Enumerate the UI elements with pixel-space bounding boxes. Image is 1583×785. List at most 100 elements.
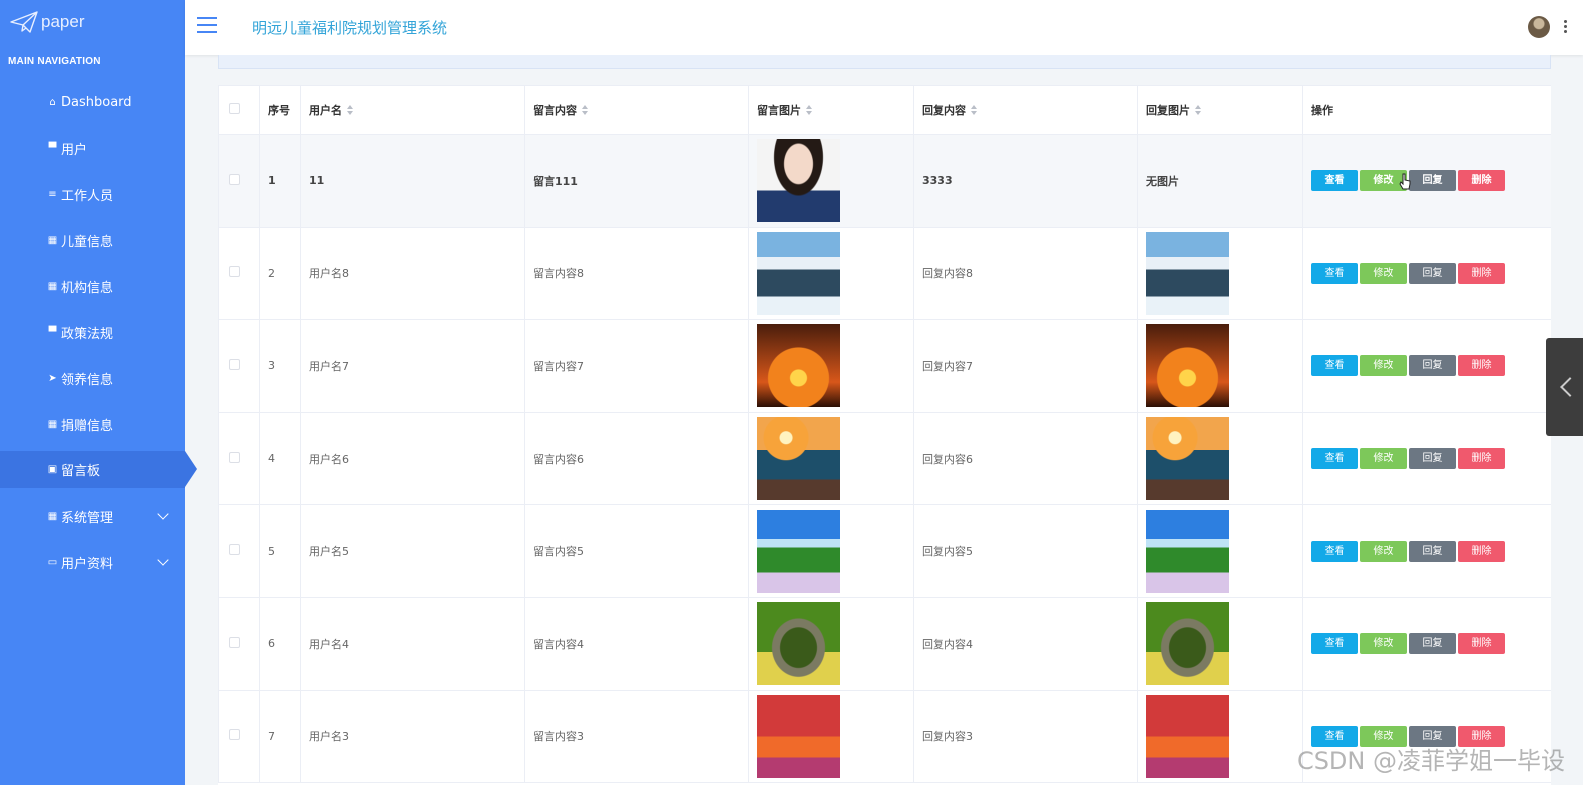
edit-button[interactable]: 修改 <box>1360 262 1407 284</box>
sidebar-item-0[interactable]: ⌂ Dashboard <box>0 79 185 125</box>
cell-actions: 查看 修改 回复 删除 <box>1302 411 1551 506</box>
sort-icon[interactable] <box>582 105 589 115</box>
row-checkbox[interactable] <box>229 173 240 185</box>
sidebar-item-1[interactable]: ▀ 用户 <box>0 125 185 171</box>
grid-icon: ▦ <box>47 510 58 522</box>
sidebar: paper MAIN NAVIGATION ⌂ Dashboard ▀ 用户 ≡ 工作人员… <box>0 0 197 785</box>
sidebar-item-6[interactable]: ➤ 领养信息 <box>0 355 185 401</box>
view-button[interactable]: 查看 <box>1311 262 1358 284</box>
cell-image <box>748 689 914 784</box>
reply-image-thumbnail[interactable] <box>1146 509 1229 593</box>
column-header-username[interactable]: 用户名 <box>300 85 525 135</box>
view-button[interactable]: 查看 <box>1311 355 1358 377</box>
reply-button[interactable]: 回复 <box>1409 633 1456 655</box>
table-row[interactable]: 5 用户名5 留言内容5 回复内容5 查看 修改 回复 删除 <box>218 504 1551 598</box>
cell-index: 1 <box>259 134 301 228</box>
message-image-thumbnail[interactable] <box>757 139 840 223</box>
row-checkbox[interactable] <box>229 266 240 278</box>
column-header-image[interactable]: 留言图片 <box>748 85 914 135</box>
delete-button[interactable]: 删除 <box>1458 170 1505 192</box>
avatar[interactable] <box>1528 16 1550 38</box>
sidebar-item-label: 捐赠信息 <box>61 418 114 434</box>
chevron-down-icon[interactable] <box>157 508 169 520</box>
watermark-text: CSDN @凌菲学姐一毕设 <box>1296 747 1565 775</box>
paper-plane-icon <box>10 11 38 33</box>
select-all-checkbox[interactable] <box>229 103 240 114</box>
table-row[interactable]: 1 11 留言111 3333 无图片 查看 修改 回复 删除 <box>218 134 1551 228</box>
sort-icon[interactable] <box>971 105 978 115</box>
sort-icon[interactable] <box>806 105 813 115</box>
sort-icon[interactable] <box>1195 105 1202 115</box>
table-row[interactable]: 3 用户名7 留言内容7 回复内容7 查看 修改 回复 删除 <box>218 319 1551 413</box>
cell-actions: 查看 修改 回复 删除 <box>1302 134 1551 228</box>
delete-button[interactable]: 删除 <box>1458 540 1505 562</box>
sidebar-item-2[interactable]: ≡ 工作人员 <box>0 171 185 217</box>
delete-button[interactable]: 删除 <box>1458 262 1505 284</box>
select-cell <box>218 689 260 784</box>
message-image-thumbnail[interactable] <box>757 509 840 593</box>
reply-button[interactable]: 回复 <box>1409 540 1456 562</box>
sidebar-item-4[interactable]: ▦ 机构信息 <box>0 263 185 309</box>
column-header-content[interactable]: 留言内容 <box>524 85 749 135</box>
view-button[interactable]: 查看 <box>1311 633 1358 655</box>
sidebar-item-7[interactable]: ▦ 捐赠信息 <box>0 401 185 447</box>
message-image-thumbnail[interactable] <box>757 417 840 501</box>
row-checkbox[interactable] <box>229 451 240 463</box>
select-all-cell <box>218 85 260 135</box>
column-header-reply-image[interactable]: 回复图片 <box>1137 85 1303 135</box>
cell-reply: 3333 <box>913 134 1138 228</box>
reply-button[interactable]: 回复 <box>1409 355 1456 377</box>
clipboard-icon: ▣ <box>47 464 58 475</box>
sort-icon[interactable] <box>347 105 354 115</box>
cell-username: 用户名7 <box>300 319 525 413</box>
chevron-down-icon[interactable] <box>157 554 169 566</box>
message-image-thumbnail[interactable] <box>757 324 840 408</box>
sidebar-item-label: 机构信息 <box>61 280 114 296</box>
edit-button[interactable]: 修改 <box>1360 540 1407 562</box>
message-image-thumbnail[interactable] <box>757 694 840 778</box>
edit-button[interactable]: 修改 <box>1360 448 1407 470</box>
sidebar-item-8[interactable]: ▣ 留言板 <box>0 451 197 488</box>
edit-button[interactable]: 修改 <box>1360 633 1407 655</box>
brand-logo[interactable]: paper <box>0 0 185 44</box>
table-row[interactable]: 6 用户名4 留言内容4 回复内容4 查看 修改 回复 删除 <box>218 596 1551 691</box>
row-checkbox[interactable] <box>229 636 240 648</box>
column-header-reply[interactable]: 回复内容 <box>913 85 1138 135</box>
message-image-thumbnail[interactable] <box>757 602 840 686</box>
reply-image-thumbnail[interactable] <box>1146 694 1229 778</box>
reply-button[interactable]: 回复 <box>1409 262 1456 284</box>
sidebar-item-9[interactable]: ▦ 系统管理 <box>0 493 185 539</box>
cell-reply-image: 无图片 <box>1137 134 1303 228</box>
reply-button[interactable]: 回复 <box>1409 448 1456 470</box>
table-row[interactable]: 4 用户名6 留言内容6 回复内容6 查看 修改 回复 删除 <box>218 411 1551 506</box>
cell-image <box>748 504 914 598</box>
row-checkbox[interactable] <box>229 729 240 741</box>
row-checkbox[interactable] <box>229 358 240 370</box>
view-button[interactable]: 查看 <box>1311 540 1358 562</box>
sidebar-item-3[interactable]: ▦ 儿童信息 <box>0 217 185 263</box>
delete-button[interactable]: 删除 <box>1458 633 1505 655</box>
sidebar-item-5[interactable]: ▀ 政策法规 <box>0 309 185 355</box>
message-image-thumbnail[interactable] <box>757 231 840 315</box>
reply-image-thumbnail[interactable] <box>1146 324 1229 408</box>
reply-button[interactable]: 回复 <box>1409 170 1456 192</box>
delete-button[interactable]: 删除 <box>1458 448 1505 470</box>
view-button[interactable]: 查看 <box>1311 170 1358 192</box>
more-options-icon[interactable] <box>1564 20 1567 34</box>
edit-button[interactable]: 修改 <box>1360 355 1407 377</box>
table-row[interactable]: 2 用户名8 留言内容8 回复内容8 查看 修改 回复 删除 <box>218 226 1551 321</box>
search-panel-edge <box>218 55 1551 69</box>
select-cell <box>218 411 260 506</box>
view-button[interactable]: 查看 <box>1311 448 1358 470</box>
cell-content: 留言111 <box>524 134 749 228</box>
column-label: 留言图片 <box>757 104 801 117</box>
sidebar-item-10[interactable]: ▭ 用户资料 <box>0 539 185 585</box>
row-checkbox[interactable] <box>229 544 240 556</box>
collapse-panel-tab[interactable] <box>1546 338 1583 436</box>
reply-image-thumbnail[interactable] <box>1146 417 1229 501</box>
list-icon: ≡ <box>48 188 57 200</box>
reply-image-thumbnail[interactable] <box>1146 602 1229 686</box>
delete-button[interactable]: 删除 <box>1458 355 1505 377</box>
menu-toggle-icon[interactable] <box>197 17 217 33</box>
reply-image-thumbnail[interactable] <box>1146 231 1229 315</box>
